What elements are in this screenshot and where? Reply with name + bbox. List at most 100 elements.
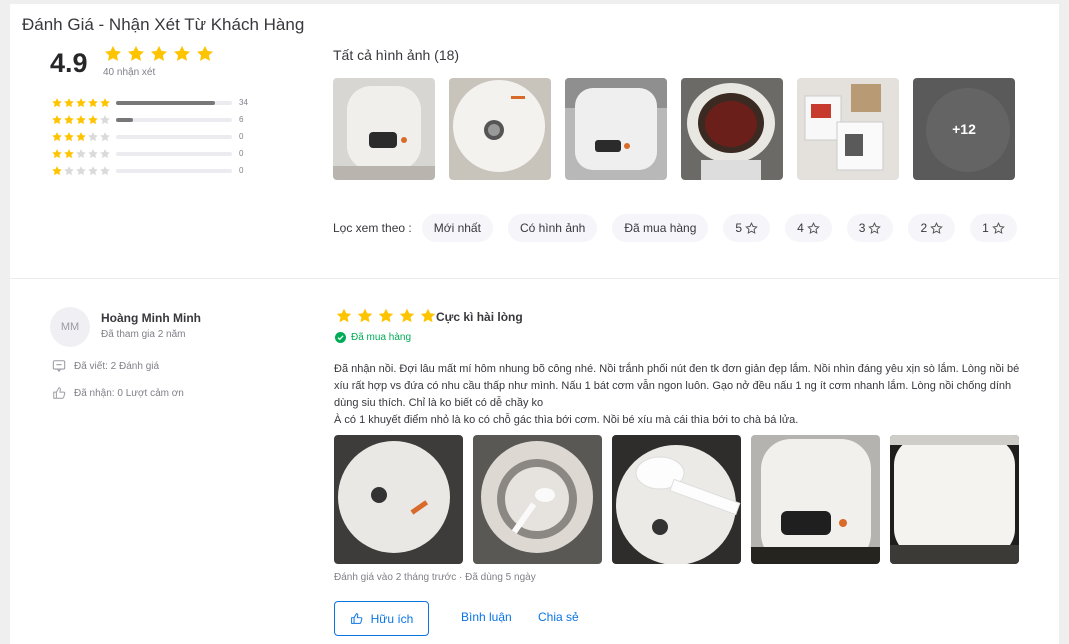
- star-icon: [99, 131, 111, 143]
- row-stars: [51, 131, 111, 143]
- star-icon: [99, 165, 111, 177]
- review-stars: [335, 307, 437, 325]
- bought-badge: Đã mua hàng: [335, 332, 411, 343]
- star-icon: [103, 44, 123, 64]
- star-icon: [195, 44, 215, 64]
- star-outline-icon: [992, 221, 1005, 235]
- star-icon: [75, 131, 87, 143]
- divider: [10, 278, 1059, 279]
- star-icon: [75, 114, 87, 126]
- review-count: 40 nhận xét: [103, 67, 156, 78]
- section-title: Đánh Giá - Nhận Xét Từ Khách Hàng: [22, 15, 305, 34]
- cooker-angle-photo[interactable]: [565, 78, 667, 180]
- average-stars: [103, 44, 215, 64]
- share-link[interactable]: Chia sẻ: [538, 610, 579, 624]
- helpful-label: Hữu ích: [370, 611, 414, 626]
- star-icon: [126, 44, 146, 64]
- rating-row-1[interactable]: 0: [51, 162, 248, 179]
- spoon-photo[interactable]: [612, 435, 741, 564]
- star-outline-icon: [930, 221, 943, 235]
- thanks-received: Đã nhận: 0 Lượt cảm ơn: [52, 386, 184, 400]
- star-outline-icon: [745, 221, 758, 235]
- rating-distribution: 34 6 0 0 0: [51, 94, 248, 179]
- check-circle-icon: [335, 332, 346, 343]
- star-icon: [63, 97, 75, 109]
- cooker-front-photo[interactable]: [333, 78, 435, 180]
- thumbs-up-icon: [350, 612, 363, 625]
- row-stars: [51, 148, 111, 160]
- star-filter-chip-3[interactable]: 3: [846, 214, 894, 242]
- star-icon: [51, 165, 63, 177]
- rating-row-5[interactable]: 34: [51, 94, 248, 111]
- reviewer-name: Hoàng Minh Minh: [101, 311, 201, 325]
- star-filter-chip-2[interactable]: 2: [908, 214, 956, 242]
- lid-photo[interactable]: [334, 435, 463, 564]
- control-panel-photo[interactable]: [751, 435, 880, 564]
- review-body-line: dùng siu thích. Chỉ là ko biết có dễ chầ…: [334, 397, 544, 409]
- cooker-top-photo[interactable]: [449, 78, 551, 180]
- more-photos[interactable]: +12: [913, 78, 1015, 180]
- reviews-written-text: Đã viết: 2 Đánh giá: [74, 360, 160, 372]
- rating-count: 6: [239, 115, 244, 124]
- row-stars: [51, 114, 111, 126]
- star-icon: [398, 307, 416, 325]
- filter-chip[interactable]: Có hình ảnh: [507, 214, 598, 242]
- rating-count: 34: [239, 98, 248, 107]
- star-icon: [75, 148, 87, 160]
- star-icon: [356, 307, 374, 325]
- star-icon: [51, 97, 63, 109]
- star-icon: [335, 307, 353, 325]
- review-body-line: xíu rất hợp vs đứa có nhu cầu thấp như m…: [334, 380, 1012, 392]
- cooker-inner-pot-photo[interactable]: [681, 78, 783, 180]
- review-photos: [334, 435, 1019, 564]
- star-icon: [63, 165, 75, 177]
- thumbs-up-icon: [52, 386, 66, 400]
- star-icon: [63, 148, 75, 160]
- filter-chip-label: Mới nhất: [433, 221, 481, 235]
- side-view-photo[interactable]: [890, 435, 1019, 564]
- star-filter-chip-1[interactable]: 1: [970, 214, 1017, 242]
- star-icon: [87, 97, 99, 109]
- rating-bar: [116, 100, 232, 105]
- avatar[interactable]: MM: [50, 307, 90, 347]
- star-filter-label: 4: [797, 221, 804, 235]
- star-icon: [87, 131, 99, 143]
- comment-link[interactable]: Bình luận: [461, 610, 512, 624]
- review-headline: Cực kì hài lòng: [436, 310, 523, 324]
- star-icon: [51, 148, 63, 160]
- star-icon: [99, 148, 111, 160]
- filter-chip[interactable]: Mới nhất: [421, 214, 493, 242]
- unboxing-photo[interactable]: [797, 78, 899, 180]
- rating-bar-fill: [116, 117, 134, 122]
- rating-count: 0: [239, 149, 244, 158]
- star-icon: [75, 97, 87, 109]
- review-body: Đã nhận nồi. Đợi lâu mất mí hôm nhung bõ…: [334, 361, 1034, 429]
- star-icon: [63, 131, 75, 143]
- star-filter-chip-5[interactable]: 5: [723, 214, 771, 242]
- rating-row-3[interactable]: 0: [51, 128, 248, 145]
- star-filter-label: 5: [735, 221, 743, 235]
- row-stars: [51, 165, 111, 177]
- star-icon: [75, 165, 87, 177]
- star-icon: [63, 114, 75, 126]
- review-date: Đánh giá vào 2 tháng trước · Đã dùng 5 n…: [334, 572, 536, 583]
- filter-chip[interactable]: Đã mua hàng: [612, 214, 709, 242]
- filter-chip-label: Đã mua hàng: [624, 221, 697, 235]
- star-filter-label: 2: [920, 221, 928, 235]
- helpful-button[interactable]: Hữu ích: [334, 601, 429, 636]
- rating-row-2[interactable]: 0: [51, 145, 248, 162]
- gallery-thumbs: +12: [333, 78, 1015, 180]
- rating-bar-fill: [116, 100, 215, 105]
- rating-row-4[interactable]: 6: [51, 111, 248, 128]
- rating-bar: [116, 151, 232, 156]
- review-body-line: À có 1 khuyết điểm nhỏ là ko có chỗ gác …: [334, 414, 799, 426]
- average-rating: 4.9: [50, 48, 88, 78]
- reviewer-joined: Đã tham gia 2 năm: [101, 329, 186, 340]
- rating-bar: [116, 117, 232, 122]
- star-filter-chip-4[interactable]: 4: [785, 214, 832, 242]
- review-body-line: Đã nhận nồi. Đợi lâu mất mí hôm nhung bõ…: [334, 363, 1020, 375]
- open-pot-photo[interactable]: [473, 435, 602, 564]
- review-panel: Đánh Giá - Nhận Xét Từ Khách Hàng 4.9 40…: [10, 4, 1059, 644]
- bought-text: Đã mua hàng: [351, 332, 412, 343]
- rating-count: 0: [239, 166, 244, 175]
